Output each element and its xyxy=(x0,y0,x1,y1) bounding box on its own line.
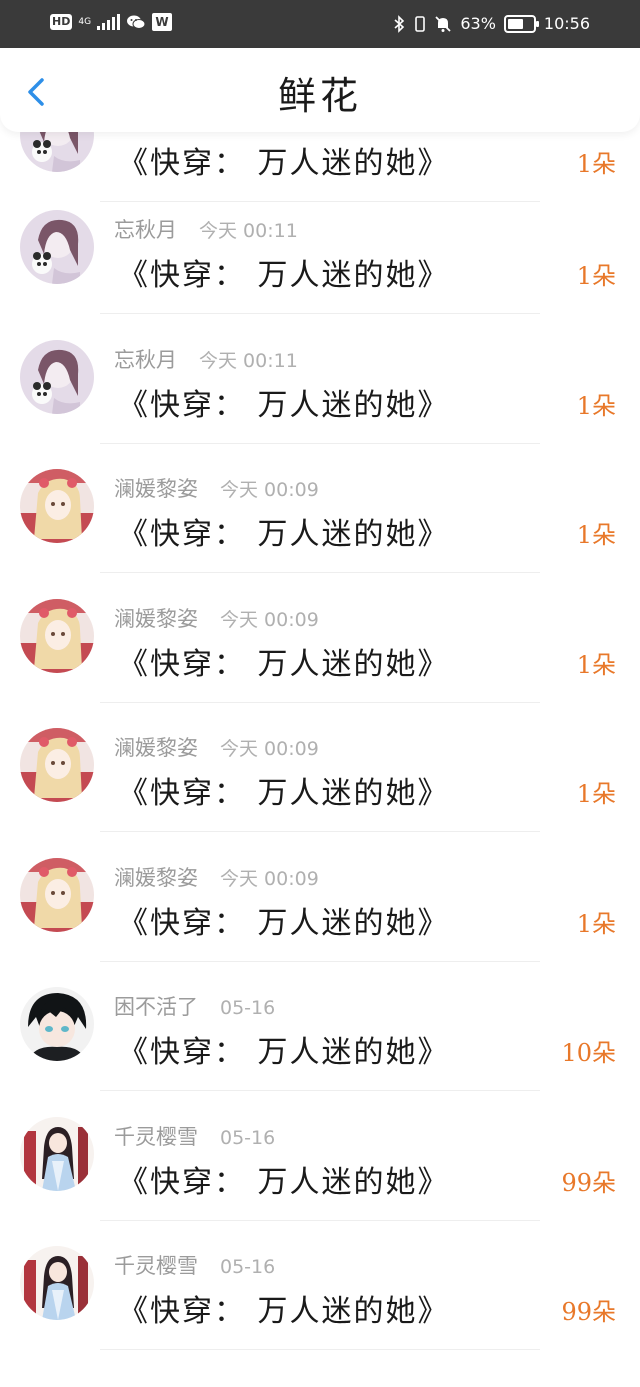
avatar[interactable] xyxy=(20,728,94,802)
list-item[interactable]: 澜媛黎姿 今天 00:09 《快穿： 万人迷的她》 1朵 xyxy=(0,702,640,832)
book-title[interactable]: 《快穿： 万人迷的她》 xyxy=(118,509,450,553)
mute-bell-icon xyxy=(435,16,451,32)
sender-name[interactable]: 忘秋月 xyxy=(114,218,177,242)
status-left-icons: HD 4G W xyxy=(50,13,173,31)
list-item[interactable]: 澜媛黎姿 今天 00:09 《快穿： 万人迷的她》 1朵 xyxy=(0,832,640,962)
flower-count: 1朵 xyxy=(576,780,616,808)
list-item[interactable]: 澜媛黎姿 今天 00:09 《快穿： 万人迷的她》 1朵 xyxy=(0,573,640,703)
flower-count: 1朵 xyxy=(576,392,616,420)
timestamp: 今天 00:11 xyxy=(199,350,298,372)
timestamp: 今天 00:09 xyxy=(220,609,319,631)
timestamp: 05-16 xyxy=(220,997,276,1019)
sender-meta: 忘秋月 今天 00:11 xyxy=(114,344,298,374)
clock: 10:56 xyxy=(543,14,590,33)
red-blonde-avatar xyxy=(20,599,94,673)
vibrate-icon xyxy=(415,16,426,32)
timestamp: 今天 00:09 xyxy=(220,738,319,760)
bluetooth-icon xyxy=(394,15,405,33)
book-title[interactable]: 《快穿： 万人迷的她》 xyxy=(118,639,450,683)
sender-meta: 澜媛黎姿 今天 00:09 xyxy=(114,473,319,503)
battery-icon xyxy=(503,15,539,33)
pink-girl-avatar xyxy=(20,210,94,284)
sender-name[interactable]: 澜媛黎姿 xyxy=(114,607,198,631)
sender-name[interactable]: 澜媛黎姿 xyxy=(114,477,198,501)
sender-meta: 澜媛黎姿 今天 00:09 xyxy=(114,732,319,762)
flower-count: 10朵 xyxy=(561,1039,616,1067)
wechat-icon xyxy=(127,15,146,29)
book-title[interactable]: 《快穿： 万人迷的她》 xyxy=(118,138,450,182)
list-item[interactable]: 澜媛黎姿 今天 00:09 《快穿： 万人迷的她》 1朵 xyxy=(0,443,640,573)
sender-meta: 澜媛黎姿 今天 00:09 xyxy=(114,603,319,633)
book-title[interactable]: 《快穿： 万人迷的她》 xyxy=(118,1157,450,1201)
red-blonde-avatar xyxy=(20,469,94,543)
sender-meta: 困不活了 05-16 xyxy=(114,991,275,1021)
timestamp: 今天 00:09 xyxy=(220,479,319,501)
flower-count: 1朵 xyxy=(576,521,616,549)
book-title[interactable]: 《快穿： 万人迷的她》 xyxy=(118,380,450,424)
red-blonde-avatar xyxy=(20,858,94,932)
sender-name[interactable]: 澜媛黎姿 xyxy=(114,866,198,890)
nav-bar: 鲜花 xyxy=(0,48,640,132)
avatar[interactable] xyxy=(20,987,94,1061)
timestamp: 05-16 xyxy=(220,1256,276,1278)
hanfu-girl-avatar xyxy=(20,1117,94,1191)
avatar[interactable] xyxy=(20,1246,94,1320)
flower-count: 99朵 xyxy=(561,1169,616,1197)
book-title[interactable]: 《快穿： 万人迷的她》 xyxy=(118,1286,450,1330)
list-item[interactable]: 千灵樱雪 05-16 《快穿： 万人迷的她》 99朵 xyxy=(0,1091,640,1221)
book-title[interactable]: 《快穿： 万人迷的她》 xyxy=(118,1027,450,1071)
sender-name[interactable]: 忘秋月 xyxy=(114,348,177,372)
avatar[interactable] xyxy=(20,599,94,673)
flower-count: 1朵 xyxy=(576,150,616,178)
pink-girl-avatar xyxy=(20,340,94,414)
dark-boy-avatar xyxy=(20,987,94,1061)
sender-meta: 千灵樱雪 05-16 xyxy=(114,1121,275,1151)
hanfu-girl-avatar xyxy=(20,1246,94,1320)
status-bar: HD 4G W 63% 10:56 xyxy=(0,0,640,48)
timestamp: 05-16 xyxy=(220,1127,276,1149)
sender-meta: 澜媛黎姿 今天 00:09 xyxy=(114,862,319,892)
avatar[interactable] xyxy=(20,1117,94,1191)
wps-icon: W xyxy=(152,13,173,31)
sender-name[interactable]: 澜媛黎姿 xyxy=(114,736,198,760)
network-type: 4G xyxy=(78,16,92,27)
avatar[interactable] xyxy=(20,469,94,543)
timestamp: 今天 00:11 xyxy=(199,220,298,242)
battery-percent: 63% xyxy=(460,14,496,33)
hd-badge: HD xyxy=(50,14,73,30)
list-item[interactable]: 千灵樱雪 05-16 《快穿： 万人迷的她》 99朵 xyxy=(0,1220,640,1350)
timestamp: 今天 00:09 xyxy=(220,868,319,890)
red-blonde-avatar xyxy=(20,728,94,802)
status-right-icons: 63% 10:56 xyxy=(392,13,590,35)
flower-count: 99朵 xyxy=(561,1298,616,1326)
sender-meta: 忘秋月 今天 00:11 xyxy=(114,214,298,244)
list-item[interactable]: 忘秋月 今天 00:11 《快穿： 万人迷的她》 1朵 xyxy=(0,184,640,314)
avatar[interactable] xyxy=(20,858,94,932)
list-item[interactable]: 忘秋月 今天 00:11 《快穿： 万人迷的她》 1朵 xyxy=(0,314,640,444)
signal-icon xyxy=(97,14,121,30)
flower-count: 1朵 xyxy=(576,910,616,938)
flower-count: 1朵 xyxy=(576,262,616,290)
book-title[interactable]: 《快穿： 万人迷的她》 xyxy=(118,898,450,942)
list-item[interactable]: 困不活了 05-16 《快穿： 万人迷的她》 10朵 xyxy=(0,961,640,1091)
sender-meta: 千灵樱雪 05-16 xyxy=(114,1250,275,1280)
flower-count: 1朵 xyxy=(576,651,616,679)
divider xyxy=(100,1349,540,1350)
sender-name[interactable]: 困不活了 xyxy=(114,995,198,1019)
book-title[interactable]: 《快穿： 万人迷的她》 xyxy=(118,250,450,294)
sender-name[interactable]: 千灵樱雪 xyxy=(114,1125,198,1149)
avatar[interactable] xyxy=(20,210,94,284)
sender-name[interactable]: 千灵樱雪 xyxy=(114,1254,198,1278)
page-title: 鲜花 xyxy=(277,74,362,118)
avatar[interactable] xyxy=(20,340,94,414)
book-title[interactable]: 《快穿： 万人迷的她》 xyxy=(118,768,450,812)
